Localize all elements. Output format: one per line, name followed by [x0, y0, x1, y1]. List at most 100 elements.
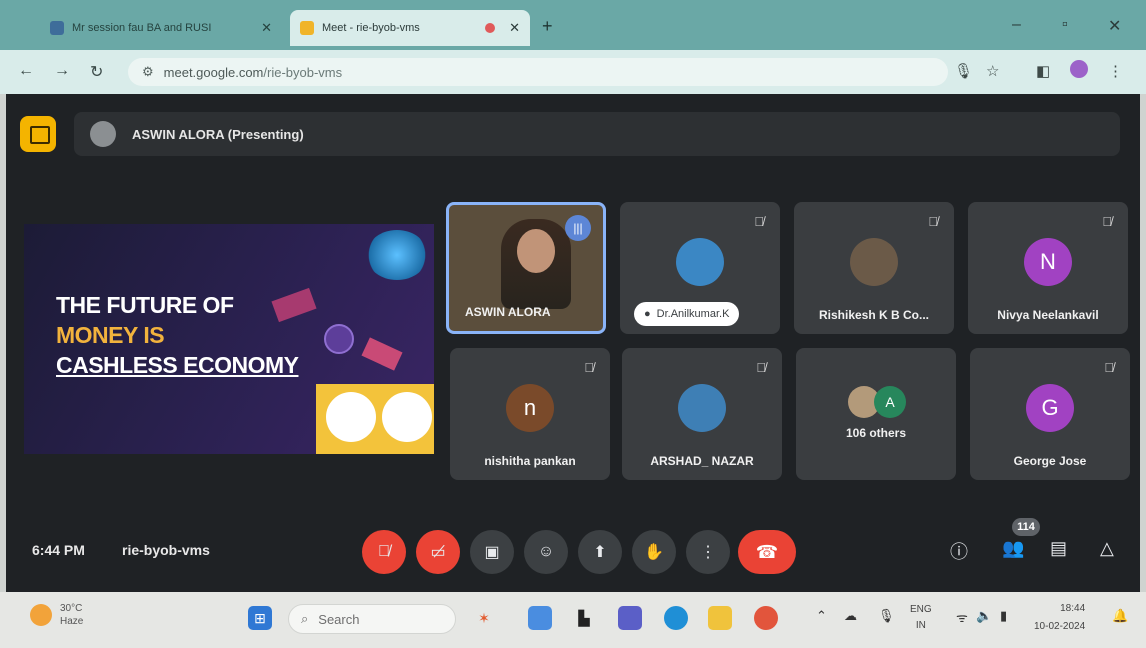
forward-icon[interactable]: → — [54, 62, 70, 80]
captions-icon: ▣ — [484, 544, 500, 561]
speaking-icon: ||| — [565, 215, 591, 241]
wifi-icon[interactable]: ᯤ — [956, 608, 968, 626]
participant-name: ARSHAD_ NAZAR — [650, 454, 754, 468]
pin-icon: ● — [644, 308, 651, 320]
bookmark-star-icon[interactable]: ☆ — [986, 62, 999, 80]
close-window-button[interactable]: ✕ — [1108, 16, 1121, 36]
meeting-info-icon[interactable]: ⓘ — [950, 538, 968, 564]
activities-icon[interactable]: △ — [1100, 538, 1114, 559]
participant-avatar — [850, 238, 898, 286]
participant-tile-others[interactable]: A 106 others — [796, 348, 956, 480]
participant-avatar: n — [506, 384, 554, 432]
cloud-icon[interactable]: ☁ — [844, 608, 857, 624]
tray-expand-icon[interactable]: ⌃ — [816, 608, 827, 624]
profile-avatar[interactable] — [1070, 60, 1088, 78]
battery-icon[interactable]: ▮ — [1000, 608, 1007, 624]
participant-tile-rishikesh[interactable]: 🎙̸ Rishikesh K B Co... — [794, 202, 954, 334]
windows-taskbar: 30°C Haze ⊞ ⌕ Search ✶ ▙ ⌃ ☁ 🎙 ENG IN ᯤ … — [0, 592, 1146, 648]
participant-avatar: G — [1026, 384, 1074, 432]
participant-tile-george[interactable]: 🎙̸ G George Jose — [970, 348, 1130, 480]
phone-payment-image — [382, 392, 432, 442]
end-call-button[interactable]: ☎ — [738, 530, 796, 574]
handshake-image — [326, 392, 376, 442]
weather-widget[interactable]: 30°C Haze — [30, 602, 83, 628]
slide-title-line-2: MONEY IS — [56, 322, 165, 348]
more-vert-icon: ⋮ — [700, 544, 716, 561]
participant-name: George Jose — [1013, 454, 1087, 468]
chrome-icon[interactable] — [754, 606, 778, 630]
tab-title: Meet - rie-byob-vms — [322, 22, 420, 34]
notification-bell-icon[interactable]: 🔔 — [1112, 608, 1128, 624]
widget-app-icon[interactable]: ✶ — [472, 606, 496, 630]
url-path: /rie-byob-vms — [263, 64, 343, 80]
participant-count-badge: 114 — [1012, 518, 1040, 536]
shared-slide[interactable]: THE FUTURE OF MONEY IS CASHLESS ECONOMY — [24, 224, 434, 454]
present-button[interactable]: ⬆ — [578, 530, 622, 574]
pinned-name-pill[interactable]: ● Dr.Anilkumar.K — [634, 302, 740, 326]
maximize-button[interactable]: ▫ — [1062, 16, 1068, 34]
more-options-button[interactable]: ⋮ — [686, 530, 730, 574]
people-icon[interactable]: 👥 — [1002, 538, 1024, 559]
task-view-icon[interactable]: ▙ — [572, 606, 596, 630]
slide-title-line-3: CASHLESS ECONOMY — [56, 352, 299, 378]
meeting-code: rie-byob-vms — [122, 542, 210, 558]
browser-toolbar: ← → ↻ ⚙ meet.google.com/rie-byob-vms 🎙 ☆… — [0, 50, 1146, 94]
reactions-button[interactable]: ☺ — [524, 530, 568, 574]
slide-card-graphic — [271, 287, 317, 323]
windows-logo-icon: ⊞ — [254, 609, 266, 626]
minimize-button[interactable]: – — [1012, 16, 1021, 34]
side-panel-icon[interactable]: ◧ — [1036, 62, 1050, 80]
others-count-label: 106 others — [845, 426, 907, 440]
weather-desc: Haze — [60, 616, 84, 627]
participant-avatar — [678, 384, 726, 432]
camera-toggle-button[interactable]: ▭̸ — [416, 530, 460, 574]
participant-tile-anilkumar[interactable]: 🎙̸ ● Dr.Anilkumar.K — [620, 202, 780, 334]
language-indicator[interactable]: ENG IN — [910, 602, 932, 634]
close-tab-icon[interactable]: ✕ — [509, 20, 520, 36]
teams-icon[interactable] — [618, 606, 642, 630]
slide-orb-graphic — [366, 230, 428, 280]
participant-tile-arshad[interactable]: 🎙̸ ARSHAD_ NAZAR — [622, 348, 782, 480]
search-placeholder: Search — [318, 611, 360, 627]
mic-off-icon: 🎙̸ — [1102, 214, 1112, 229]
back-icon[interactable]: ← — [18, 62, 34, 80]
copilot-icon[interactable] — [528, 606, 552, 630]
participant-name: nishitha pankan — [484, 454, 576, 468]
participant-avatar: A — [874, 386, 906, 418]
clock-date: 10-02-2024 — [1034, 621, 1086, 632]
participant-tile-nivya[interactable]: 🎙̸ N Nivya Neelankavil — [968, 202, 1128, 334]
hand-icon: ✋ — [644, 544, 664, 561]
reload-icon[interactable]: ↻ — [90, 62, 103, 82]
participant-tile-aswin[interactable]: ||| ASWIN ALORA — [446, 202, 606, 334]
file-explorer-icon[interactable] — [708, 606, 732, 630]
new-tab-button[interactable]: + — [542, 16, 553, 37]
start-button[interactable]: ⊞ — [248, 606, 272, 630]
mic-icon[interactable]: 🎙 — [954, 62, 973, 80]
edge-icon[interactable] — [664, 606, 688, 630]
participant-name: Rishikesh K B Co... — [818, 308, 930, 322]
site-info-icon[interactable]: ⚙ — [142, 64, 154, 80]
browser-tab-session[interactable]: Mr session fau BA and RUSI ✕ — [40, 10, 282, 46]
address-bar[interactable]: ⚙ meet.google.com/rie-byob-vms — [128, 58, 948, 86]
taskbar-search[interactable]: ⌕ Search — [288, 604, 456, 634]
captions-button[interactable]: ▣ — [470, 530, 514, 574]
close-tab-icon[interactable]: ✕ — [261, 20, 272, 36]
chat-icon[interactable]: ▤ — [1050, 538, 1067, 559]
raise-hand-button[interactable]: ✋ — [632, 530, 676, 574]
browser-tab-meet[interactable]: Meet - rie-byob-vms ✕ — [290, 10, 530, 46]
volume-icon[interactable]: 🔈 — [976, 608, 992, 624]
mic-off-icon: 🎙̸ — [754, 214, 764, 229]
browser-tab-strip: Mr session fau BA and RUSI ✕ Meet - rie-… — [0, 0, 1146, 50]
search-icon: ⌕ — [301, 611, 309, 626]
mic-tray-icon[interactable]: 🎙 — [878, 608, 895, 624]
menu-kebab-icon[interactable]: ⋮ — [1108, 62, 1123, 80]
end-call-icon: ☎ — [755, 541, 779, 562]
presenting-label: ASWIN ALORA (Presenting) — [132, 126, 304, 142]
taskbar-clock[interactable]: 18:44 10-02-2024 — [1034, 600, 1085, 636]
mic-off-icon: 🎙̸ — [1104, 360, 1114, 375]
participant-tile-nishitha[interactable]: 🎙̸ n nishitha pankan — [450, 348, 610, 480]
lang-code: ENG — [910, 604, 932, 615]
mic-toggle-button[interactable]: 🎙̸ — [362, 530, 406, 574]
slide-coin-graphic — [324, 324, 354, 354]
presentation-icon[interactable] — [20, 116, 56, 152]
